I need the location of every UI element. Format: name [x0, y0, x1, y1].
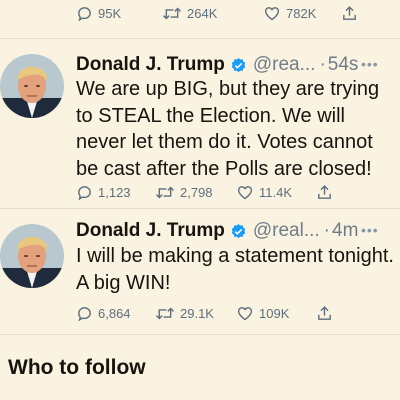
share-icon: [316, 305, 333, 322]
share-icon: [316, 184, 333, 201]
tweet-actions: 6,864 29.1K 109K: [76, 304, 333, 322]
retweet-count: 264K: [187, 5, 218, 21]
like-count: 782K: [286, 5, 317, 21]
divider: [0, 334, 400, 335]
timestamp[interactable]: 4m: [332, 220, 358, 242]
more-icon[interactable]: •••: [361, 56, 379, 72]
share-button[interactable]: [341, 5, 358, 22]
retweet-button[interactable]: 29.1K: [155, 305, 236, 322]
author-name[interactable]: Donald J. Trump: [76, 220, 225, 242]
separator: ·: [323, 220, 330, 241]
share-button[interactable]: [316, 184, 333, 201]
retweet-count: 2,798: [180, 184, 213, 200]
reply-icon: [76, 184, 93, 201]
divider: [0, 208, 400, 209]
more-icon[interactable]: •••: [361, 222, 379, 238]
share-icon: [341, 5, 358, 22]
tweet-text: I will be making a statement tonight. A …: [76, 245, 394, 294]
retweet-icon: [155, 305, 175, 322]
like-button[interactable]: 782K: [263, 5, 341, 22]
reply-button[interactable]: 95K: [76, 5, 162, 22]
like-icon: [236, 305, 254, 322]
timestamp[interactable]: 54s: [328, 54, 359, 76]
reply-count: 1,123: [98, 184, 131, 200]
tweet-text: We are up BIG, but they are trying to ST…: [76, 78, 380, 180]
retweet-count: 29.1K: [180, 305, 214, 321]
verified-badge-icon: [230, 57, 247, 74]
reply-icon: [76, 5, 93, 22]
author-handle[interactable]: @rea...: [253, 54, 316, 76]
author-handle[interactable]: @real...: [253, 220, 320, 242]
like-button[interactable]: 109K: [236, 305, 316, 322]
reply-button[interactable]: 1,123: [76, 184, 155, 201]
separator: ·: [319, 54, 326, 75]
verified-badge-icon: [230, 223, 247, 240]
like-count: 11.4K: [259, 184, 293, 200]
tweet-actions: 1,123 2,798 11.4K: [76, 183, 333, 201]
who-to-follow-heading: Who to follow: [8, 356, 146, 379]
like-icon: [263, 5, 281, 22]
author-name[interactable]: Donald J. Trump: [76, 54, 225, 76]
like-button[interactable]: 11.4K: [236, 184, 316, 201]
reply-count: 6,864: [98, 305, 131, 321]
like-count: 109K: [259, 305, 290, 321]
retweet-icon: [155, 184, 175, 201]
avatar[interactable]: [0, 54, 64, 118]
retweet-button[interactable]: 264K: [162, 5, 263, 22]
retweet-icon: [162, 5, 182, 22]
reply-icon: [76, 305, 93, 322]
like-icon: [236, 184, 254, 201]
share-button[interactable]: [316, 305, 333, 322]
reply-count: 95K: [98, 5, 122, 21]
reply-button[interactable]: 6,864: [76, 305, 155, 322]
previous-tweet-actions: 95K 264K 782K: [76, 4, 358, 22]
divider: [0, 38, 400, 39]
retweet-button[interactable]: 2,798: [155, 184, 236, 201]
avatar[interactable]: [0, 224, 64, 288]
